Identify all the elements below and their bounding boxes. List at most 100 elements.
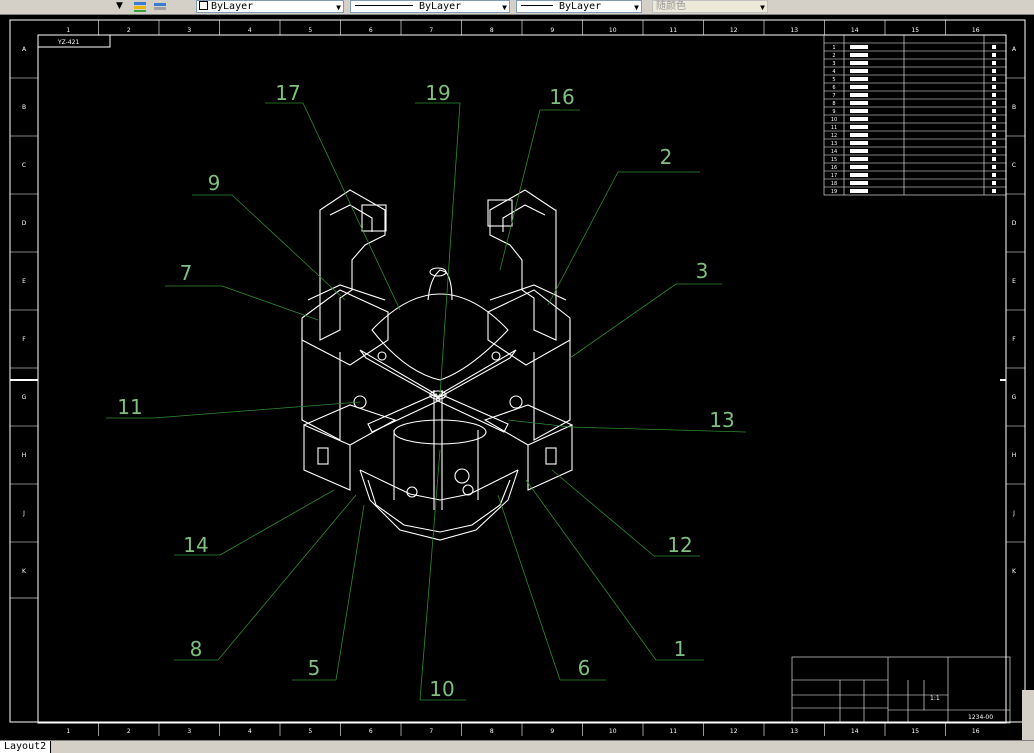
bom-name-cell: [850, 173, 868, 177]
column-label: 10: [609, 27, 617, 34]
column-label: 9: [550, 27, 554, 34]
callout-leaders: [106, 102, 747, 701]
bom-row-number: 17: [831, 173, 837, 179]
column-label: 4: [248, 728, 252, 735]
bom-row-number: 14: [831, 149, 837, 155]
row-labels: A A B B C C D D E E F F G G H H J J K K: [10, 46, 1025, 575]
column-label: 6: [369, 27, 373, 34]
layout-tab-bar: Layout2: [0, 740, 1034, 753]
bom-qty-cell: [992, 77, 996, 81]
column-label: 13: [790, 728, 798, 735]
bom-qty-cell: [992, 149, 996, 153]
bom-row-number: 16: [831, 165, 837, 171]
callout-leader: [497, 494, 561, 681]
bom-name-cell: [850, 149, 868, 153]
bom-name-cell: [850, 133, 868, 137]
bom-qty-cell: [992, 181, 996, 185]
bom-row-number: 5: [832, 77, 835, 83]
bill-of-materials: 12345678910111213141516171819: [823, 34, 1007, 196]
column-label: 16: [972, 728, 980, 735]
column-label: 10: [609, 728, 617, 735]
callout-label: 17: [275, 81, 300, 105]
callout-leader: [217, 494, 357, 661]
column-label: 6: [369, 728, 373, 735]
callout-label: 19: [425, 81, 450, 105]
bom-row-number: 12: [831, 133, 837, 139]
column-label: 15: [911, 728, 919, 735]
bom-row-number: 13: [831, 141, 837, 147]
row-label: A: [22, 46, 27, 53]
column-label: 2: [127, 27, 131, 34]
callout-leader: [569, 283, 677, 359]
bom-qty-cell: [992, 189, 996, 193]
bom-qty-cell: [992, 61, 996, 65]
bom-row-number: 10: [831, 117, 837, 123]
bom-name-cell: [850, 77, 868, 81]
bom-qty-cell: [992, 165, 996, 169]
bom-row-number: 18: [831, 181, 837, 187]
callout-label: 14: [183, 533, 208, 557]
column-label: 14: [851, 728, 859, 735]
drawing-scale: 1:1: [930, 695, 940, 702]
column-label: 1: [66, 27, 70, 34]
bom-name-cell: [850, 165, 868, 169]
callout-leader: [547, 171, 619, 306]
bom-qty-cell: [992, 101, 996, 105]
tab-layout2[interactable]: Layout2: [0, 741, 52, 753]
column-label: 11: [669, 728, 677, 735]
callout-label: 5: [308, 656, 321, 680]
row-label: G: [22, 394, 27, 401]
row-label: J: [22, 510, 25, 517]
column-label: 9: [550, 728, 554, 735]
callout-label: 12: [667, 533, 692, 557]
column-label: 7: [429, 27, 433, 34]
column-label: 13: [790, 27, 798, 34]
column-label: 8: [490, 27, 494, 34]
row-label: H: [22, 452, 27, 459]
column-label: 5: [308, 27, 312, 34]
bom-name-cell: [850, 101, 868, 105]
callout-leader: [219, 489, 335, 556]
bom-name-cell: [850, 157, 868, 161]
row-label: D: [1012, 220, 1017, 227]
vertical-scrollbar[interactable]: [1022, 690, 1034, 740]
column-label: 12: [730, 728, 738, 735]
bom-name-cell: [850, 45, 868, 49]
callout-leader: [153, 401, 361, 419]
drawing-canvas[interactable]: YZ-421 112233445566778899101011111212131…: [0, 0, 1034, 752]
column-label: 16: [972, 27, 980, 34]
callout-leader: [221, 285, 319, 321]
row-label: E: [1012, 278, 1016, 285]
callout-leader: [499, 109, 541, 271]
column-label: 1: [66, 728, 70, 735]
bom-name-cell: [850, 125, 868, 129]
column-label: 11: [669, 27, 677, 34]
callout-label: 3: [696, 259, 709, 283]
column-label: 4: [248, 27, 252, 34]
bom-row-number: 1: [832, 45, 835, 51]
bom-qty-cell: [992, 69, 996, 73]
bom-qty-cell: [992, 133, 996, 137]
column-label: 12: [730, 27, 738, 34]
bom-row-number: 9: [832, 109, 835, 115]
bom-qty-cell: [992, 117, 996, 121]
row-label: H: [1012, 452, 1017, 459]
bom-qty-cell: [992, 53, 996, 57]
callout-label: 8: [190, 637, 203, 661]
row-label: C: [22, 162, 26, 169]
bom-row-number: 15: [831, 157, 837, 163]
column-label: 3: [187, 728, 191, 735]
revision-block: [9, 597, 39, 723]
row-label: B: [22, 104, 26, 111]
callout-leader: [507, 419, 571, 428]
bom-name-cell: [850, 141, 868, 145]
bom-row-number: 11: [831, 125, 837, 131]
bom-qty-cell: [992, 125, 996, 129]
callout-leader: [551, 469, 655, 557]
bom-row-number: 7: [832, 93, 835, 99]
bom-row-number: 8: [832, 101, 835, 107]
callout-label: 13: [709, 408, 734, 432]
bom-name-cell: [850, 61, 868, 65]
row-label: J: [1012, 510, 1015, 517]
row-label: K: [22, 568, 27, 575]
